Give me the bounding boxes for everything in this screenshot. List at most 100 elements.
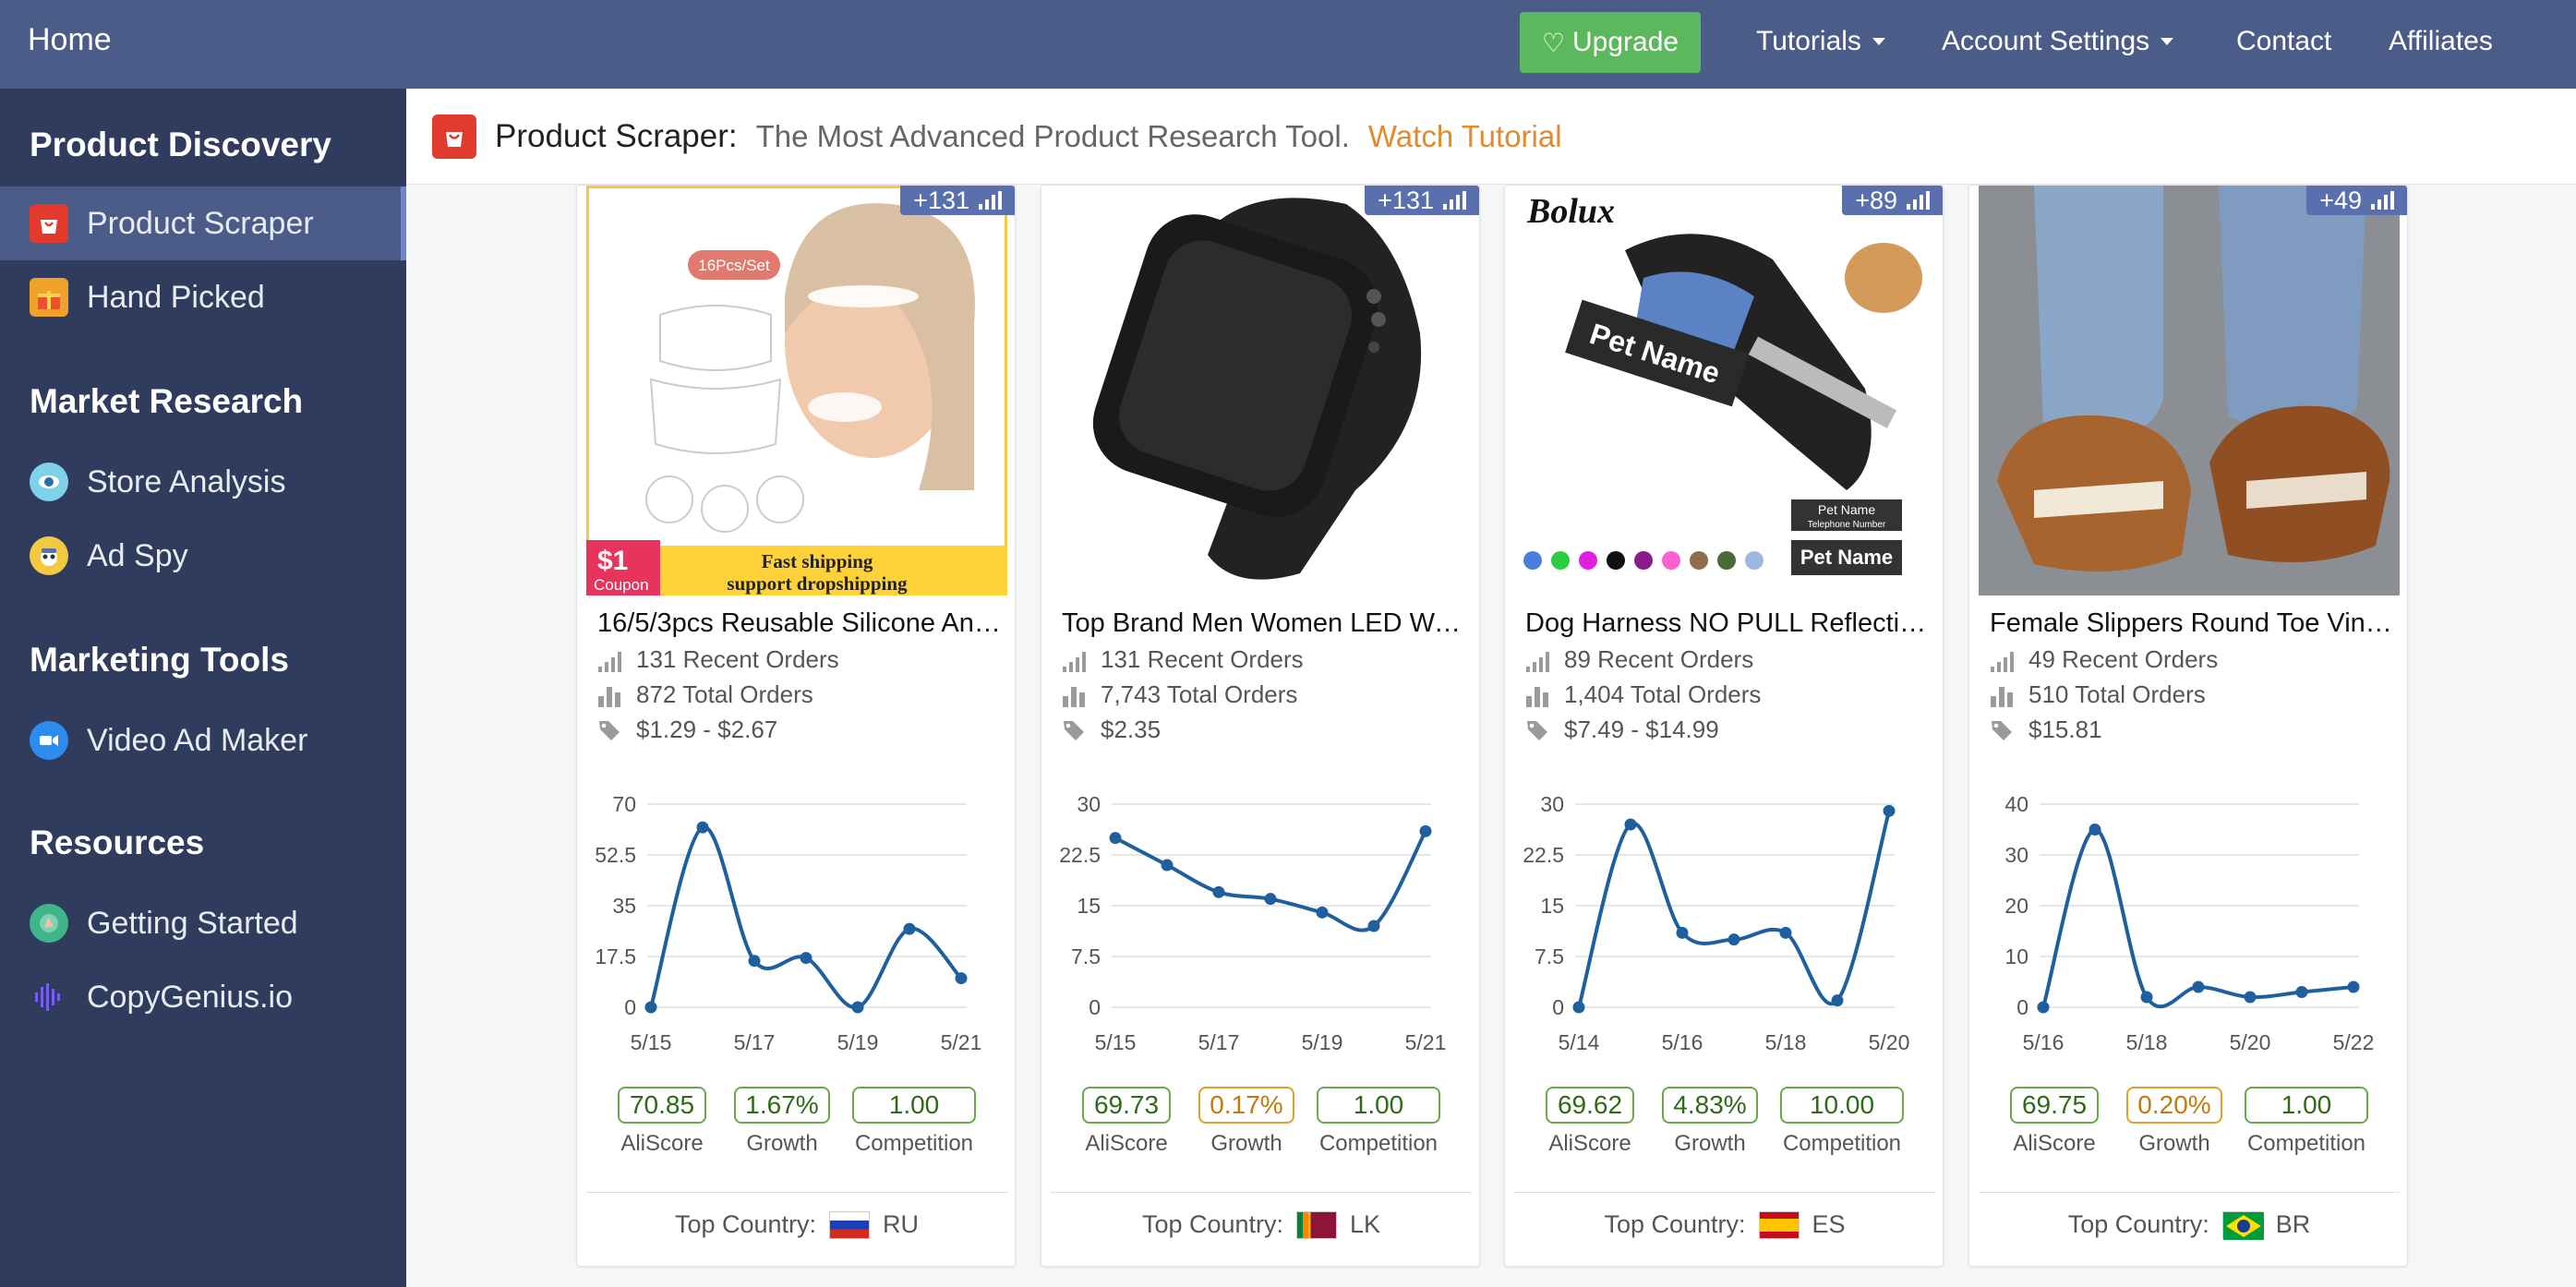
price-tag-icon [597, 718, 621, 742]
upgrade-button[interactable]: ♡ Upgrade [1520, 12, 1701, 73]
y-tick-label: 30 [2004, 843, 2028, 867]
sri-lanka-flag-icon [1296, 1210, 1338, 1239]
sidebar-section-title: Marketing Tools [30, 641, 289, 679]
aliscore-label: AliScore [1548, 1131, 1631, 1156]
product-card[interactable]: +131 Top Brand Men Women LED Wat... 131 … [1041, 185, 1480, 1267]
nav-affiliates[interactable]: Affiliates [2389, 26, 2493, 57]
x-tick-label: 5/19 [837, 1030, 879, 1053]
chart-data-point [2347, 980, 2360, 993]
chart-data-point [1727, 933, 1740, 946]
aliscore-label: AliScore [2013, 1131, 2096, 1156]
competition-label: Competition [2246, 1131, 2366, 1156]
sidebar-item-label: CopyGenius.io [87, 979, 294, 1015]
product-metrics: 69.75 AliScore 0.20% Growth 1.00 Competi… [1969, 1087, 2407, 1156]
y-tick-label: 15 [1540, 894, 1564, 918]
product-image[interactable] [1979, 186, 2400, 595]
growth-value: 4.83% [1662, 1087, 1758, 1124]
total-orders-text: 7,743 Total Orders [1101, 680, 1298, 708]
product-image[interactable] [1051, 186, 1472, 595]
home-link[interactable]: Home [28, 22, 112, 58]
competition-value: 1.00 [852, 1087, 976, 1124]
product-card[interactable]: 16Pcs/Set $1 Coupon Fast shipping suppor… [576, 185, 1016, 1267]
nav-account-settings[interactable]: Account Settings [1942, 26, 2174, 57]
divider [1979, 1192, 2400, 1193]
x-tick-label: 5/16 [1662, 1030, 1703, 1053]
y-tick-label: 0 [1089, 995, 1101, 1019]
price-text: $7.49 - $14.99 [1564, 716, 1719, 743]
caret-down-icon [2161, 38, 2174, 45]
color-swatches [1523, 551, 1763, 570]
y-tick-label: 7.5 [1071, 944, 1101, 968]
total-orders-text: 1,404 Total Orders [1564, 680, 1762, 708]
product-image[interactable]: 16Pcs/Set $1 Coupon Fast shipping suppor… [586, 186, 1007, 595]
growth-metric: 4.83% Growth [1662, 1087, 1758, 1157]
nav-tutorials[interactable]: Tutorials [1756, 26, 1885, 57]
recent-orders-badge: +131 [1365, 186, 1479, 215]
product-card[interactable]: +49 Female Slippers Round Toe Vinta... 4… [1968, 185, 2408, 1267]
growth-metric: 0.20% Growth [2126, 1087, 2222, 1157]
product-image[interactable]: Bolux Pet Name Pet Name Telephone Number… [1514, 186, 1935, 595]
divider [1514, 1192, 1935, 1193]
y-tick-label: 20 [2004, 894, 2028, 918]
signal-bars-icon [2371, 191, 2394, 210]
chart-data-point [1109, 832, 1122, 845]
product-photo-illustration [1979, 186, 2400, 595]
coupon-amount-text: $1 [597, 546, 628, 576]
product-title[interactable]: 16/5/3pcs Reusable Silicone Ant... [597, 608, 1004, 639]
product-title[interactable]: Top Brand Men Women LED Wat... [1062, 608, 1468, 639]
brazil-flag-icon [2221, 1210, 2264, 1240]
nav-contact-label: Contact [2236, 26, 2332, 56]
top-country-label: Top Country: [674, 1210, 817, 1238]
signal-bars-icon [1443, 191, 1466, 210]
chart-data-point [1883, 804, 1896, 817]
chart-data-point [1572, 1001, 1585, 1014]
chart-data-point [1212, 885, 1225, 898]
divider [1051, 1192, 1472, 1193]
recent-orders: 49 Recent Orders [1990, 645, 2218, 674]
y-tick-label: 22.5 [1059, 843, 1101, 867]
sidebar-item-copygenius[interactable]: CopyGenius.io [0, 960, 406, 1034]
country-code: BR [2275, 1210, 2311, 1238]
chart-data-point [903, 922, 916, 935]
price: $7.49 - $14.99 [1525, 716, 1719, 744]
x-tick-label: 5/17 [1198, 1030, 1240, 1053]
product-title[interactable]: Female Slippers Round Toe Vinta... [1990, 608, 2396, 639]
y-tick-label: 17.5 [595, 944, 636, 968]
recent-orders-text: 89 Recent Orders [1564, 645, 1754, 673]
bar-chart-icon [1525, 683, 1549, 707]
y-tick-label: 30 [1540, 792, 1564, 816]
sidebar-item-hand-picked[interactable]: Hand Picked [0, 260, 406, 334]
sidebar-item-video-ad-maker[interactable]: Video Ad Maker [0, 704, 406, 777]
recent-orders: 131 Recent Orders [1062, 645, 1304, 674]
brand-logo-text: Bolux [1526, 192, 1615, 231]
product-photo-illustration: Bolux Pet Name Pet Name Telephone Number… [1514, 186, 1935, 595]
growth-value: 1.67% [734, 1087, 830, 1124]
sidebar-item-label: Video Ad Maker [87, 722, 308, 758]
sidebar-item-ad-spy[interactable]: Ad Spy [0, 519, 406, 593]
nav-affiliates-label: Affiliates [2389, 26, 2493, 56]
watch-tutorial-link[interactable]: Watch Tutorial [1368, 119, 1562, 154]
signal-bars-icon [1907, 191, 1930, 210]
sidebar-item-product-scraper[interactable]: Product Scraper [0, 186, 406, 260]
sidebar-item-store-analysis[interactable]: Store Analysis [0, 445, 406, 519]
product-card[interactable]: Bolux Pet Name Pet Name Telephone Number… [1504, 185, 1944, 1267]
orders-line-chart: 0 7.5 15 22.5 30 5/15 5/17 5/19 5/21 [1059, 792, 1446, 1053]
sidebar-item-label: Hand Picked [87, 279, 265, 315]
recent-orders-badge-count: +131 [913, 186, 969, 214]
total-orders: 510 Total Orders [1990, 680, 2206, 709]
x-tick-label: 5/17 [734, 1030, 776, 1053]
product-photo-illustration [1051, 186, 1472, 595]
chart-series-line [1114, 830, 1427, 932]
bar-chart-icon [597, 683, 621, 707]
product-title[interactable]: Dog Harness NO PULL Reflective... [1525, 608, 1932, 639]
product-metrics: 69.62 AliScore 4.83% Growth 10.00 Compet… [1505, 1087, 1943, 1156]
aliscore-label: AliScore [1085, 1131, 1168, 1156]
y-tick-label: 52.5 [595, 843, 636, 867]
chart-data-point [800, 952, 813, 965]
nav-contact[interactable]: Contact [2236, 26, 2331, 57]
sidebar-item-getting-started[interactable]: Getting Started [0, 886, 406, 960]
spy-icon [30, 536, 68, 575]
sidebar-item-label: Getting Started [87, 905, 298, 941]
competition-value: 10.00 [1780, 1087, 1904, 1124]
chart-data-point [1779, 926, 1792, 939]
